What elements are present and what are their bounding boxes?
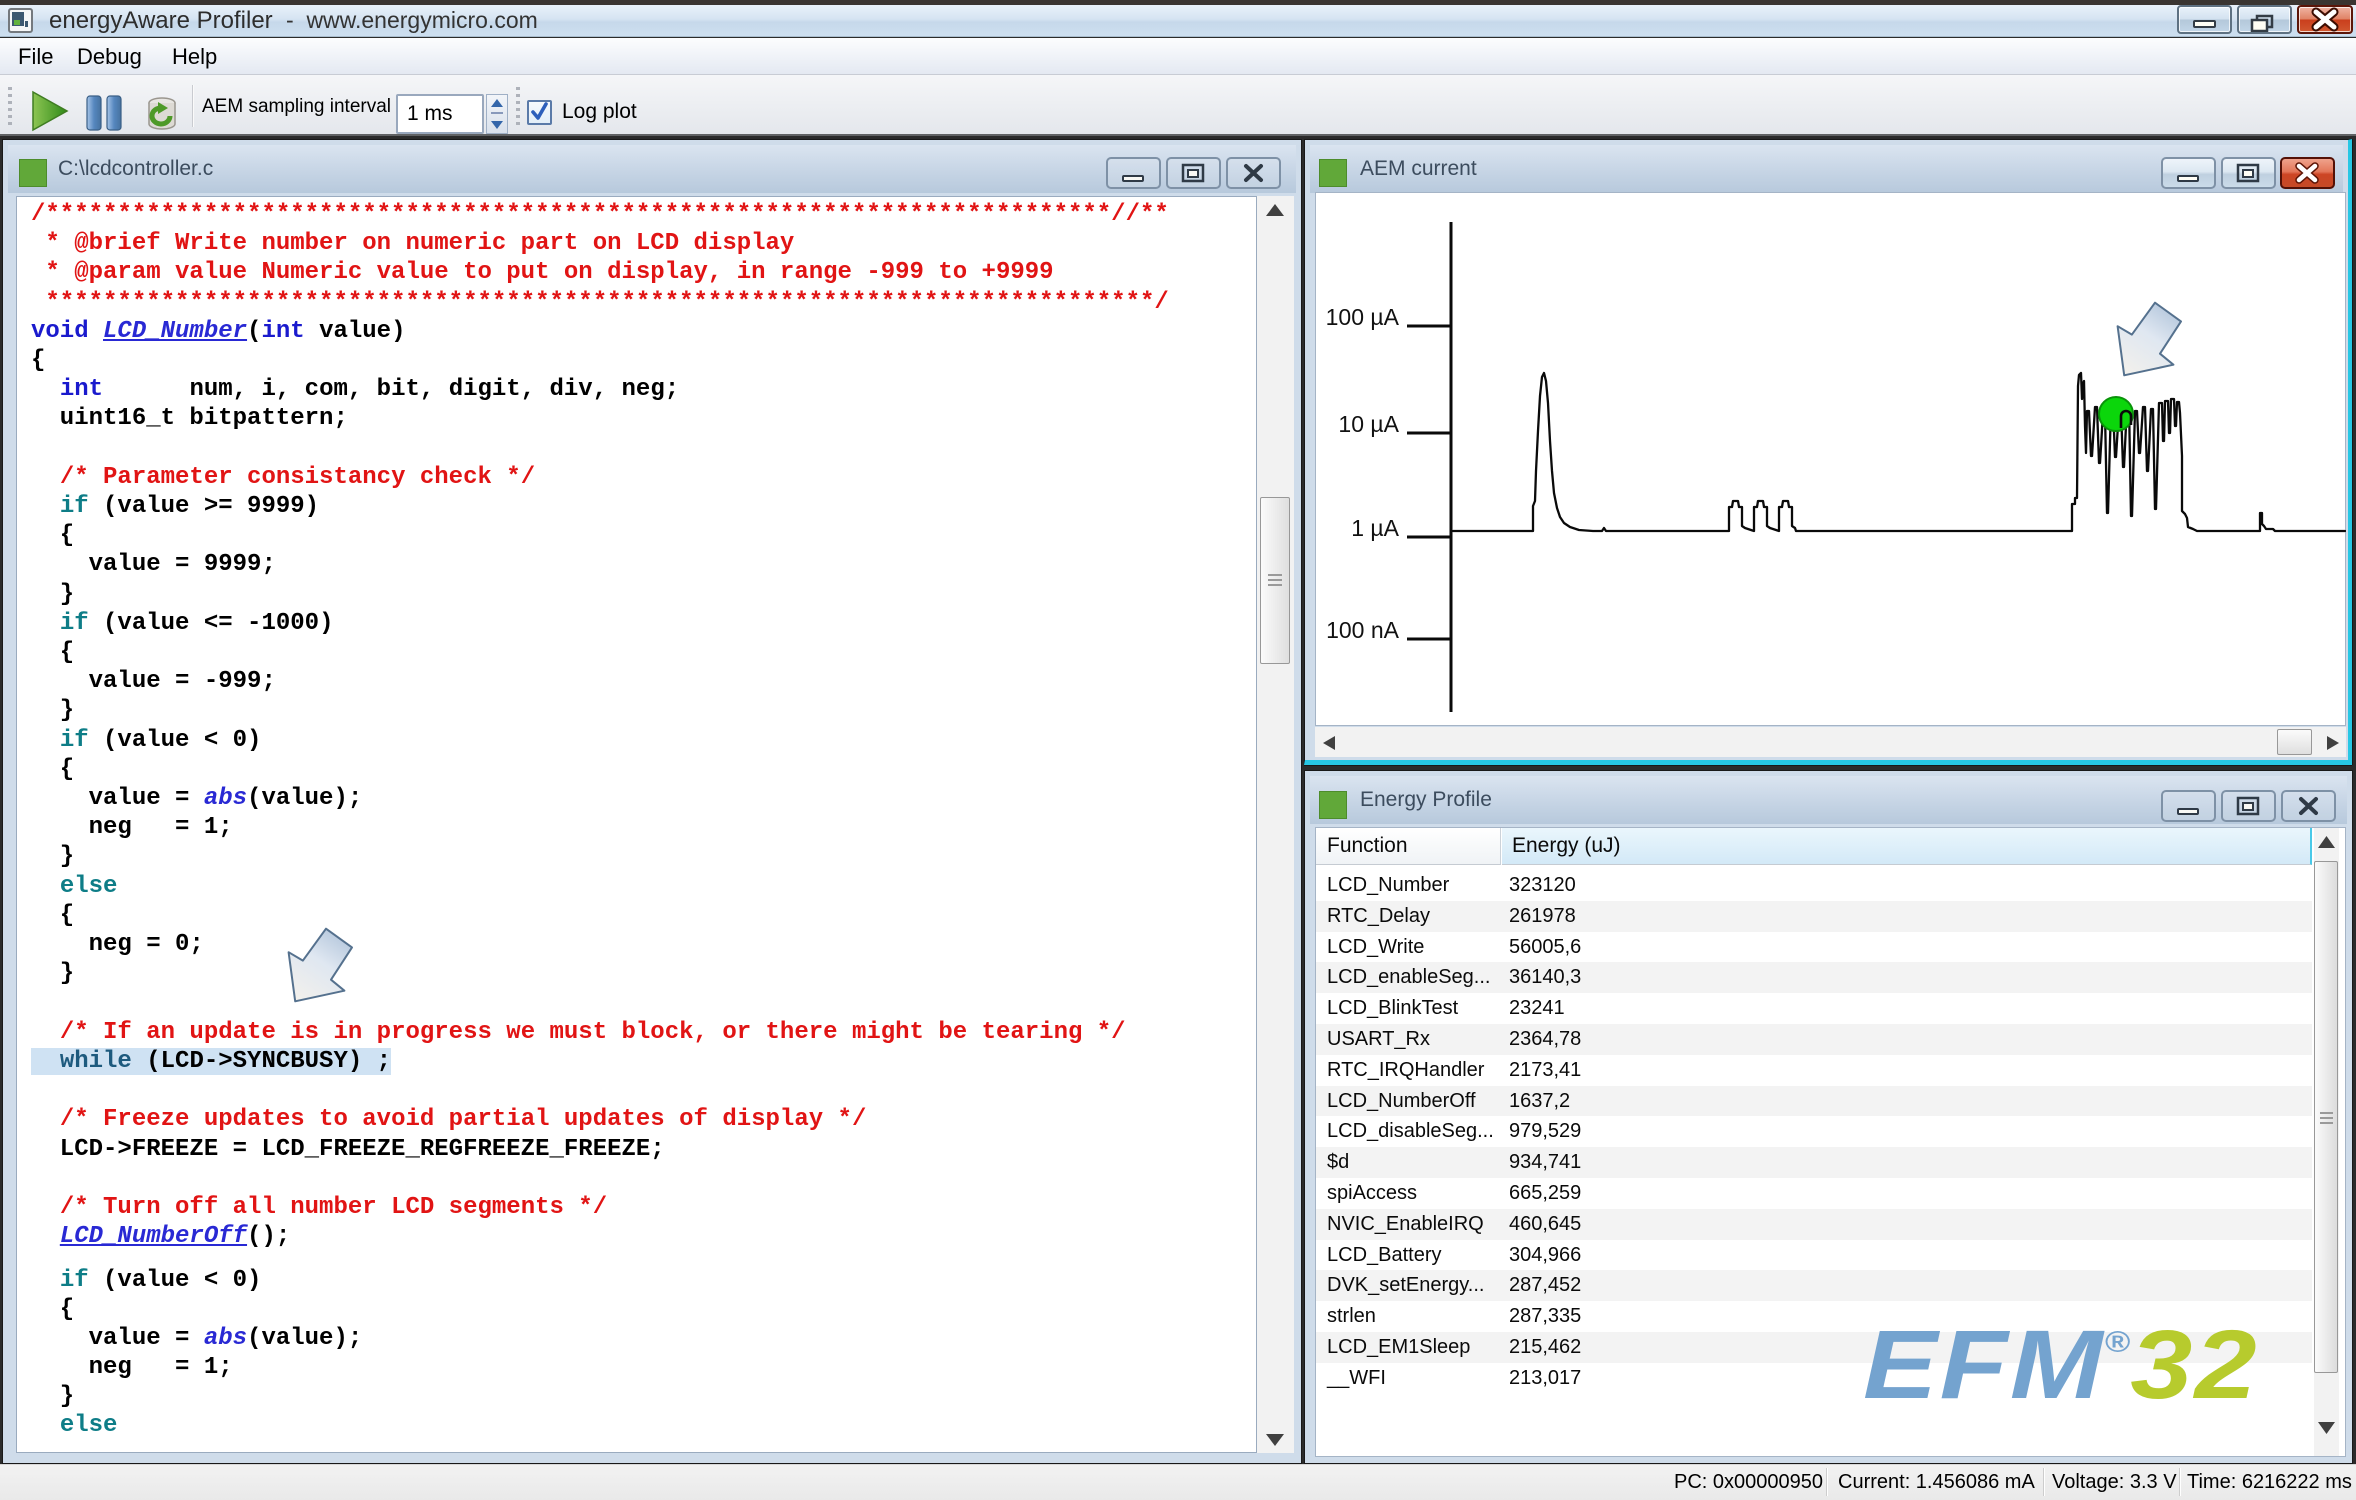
svg-text:10 µA: 10 µA — [1338, 411, 1399, 437]
svg-text:100 nA: 100 nA — [1326, 617, 1400, 643]
svg-text:1 µA: 1 µA — [1351, 515, 1399, 541]
svg-text:100 µA: 100 µA — [1326, 304, 1400, 330]
